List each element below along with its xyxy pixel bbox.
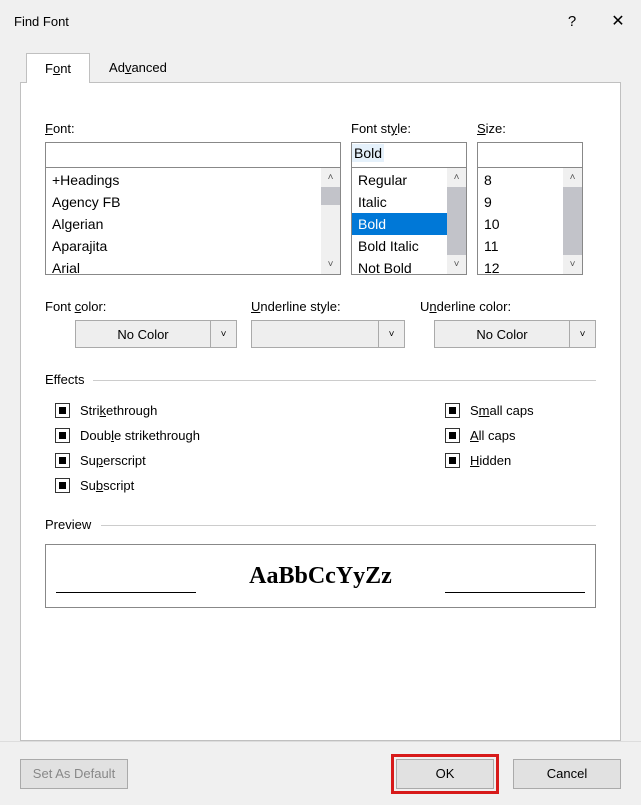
scroll-up-icon[interactable]: ˄ <box>563 168 582 187</box>
checkbox-indeterminate-icon <box>445 453 460 468</box>
font-listbox[interactable]: +Headings Agency FB Algerian Aparajita A… <box>45 167 341 275</box>
list-item[interactable]: Aparajita <box>46 235 340 257</box>
all-caps-checkbox[interactable]: All caps <box>435 428 534 443</box>
ok-highlight: OK <box>391 754 499 794</box>
underline-style-combo[interactable]: ˅ <box>251 320 405 348</box>
ok-button[interactable]: OK <box>396 759 494 789</box>
underline-color-combo[interactable]: No Color ˅ <box>434 320 596 348</box>
checkbox-indeterminate-icon <box>55 403 70 418</box>
preview-group-label: Preview <box>45 517 596 532</box>
titlebar: Find Font ? ✕ <box>0 0 641 42</box>
font-color-combo[interactable]: No Color ˅ <box>75 320 237 348</box>
underline-color-label: Underline color: <box>420 299 596 314</box>
close-button[interactable]: ✕ <box>595 0 641 42</box>
style-label: Font style: <box>351 121 467 136</box>
chevron-down-icon: ˅ <box>379 320 405 348</box>
scroll-down-icon[interactable]: ˅ <box>563 255 582 274</box>
tab-panel-font: Font: +Headings Agency FB Algerian Apara… <box>20 82 621 741</box>
font-input[interactable] <box>45 142 341 168</box>
close-icon: ✕ <box>611 11 624 31</box>
size-listbox[interactable]: 8 9 10 11 12 ˄ ˅ <box>477 167 583 275</box>
small-caps-checkbox[interactable]: Small caps <box>435 403 534 418</box>
checkbox-indeterminate-icon <box>55 478 70 493</box>
set-default-button[interactable]: Set As Default <box>20 759 128 789</box>
underline-style-label: Underline style: <box>251 299 406 314</box>
list-item[interactable]: +Headings <box>46 169 340 191</box>
list-item[interactable]: Arial <box>46 257 340 275</box>
checkbox-indeterminate-icon <box>55 453 70 468</box>
list-item[interactable]: Agency FB <box>46 191 340 213</box>
subscript-checkbox[interactable]: Subscript <box>45 478 435 493</box>
checkbox-indeterminate-icon <box>55 428 70 443</box>
scroll-up-icon[interactable]: ˄ <box>321 168 340 187</box>
size-label: Size: <box>477 121 583 136</box>
style-input[interactable]: Bold <box>351 142 467 168</box>
scroll-up-icon[interactable]: ˄ <box>447 168 466 187</box>
scrollbar[interactable]: ˄ ˅ <box>447 168 466 274</box>
scroll-down-icon[interactable]: ˅ <box>447 255 466 274</box>
list-item[interactable]: Algerian <box>46 213 340 235</box>
double-strikethrough-checkbox[interactable]: Double strikethrough <box>45 428 435 443</box>
chevron-down-icon: ˅ <box>570 320 596 348</box>
font-label: Font: <box>45 121 341 136</box>
checkbox-indeterminate-icon <box>445 428 460 443</box>
tab-font[interactable]: Font <box>26 53 90 83</box>
style-listbox[interactable]: Regular Italic Bold Bold Italic Not Bold… <box>351 167 467 275</box>
cancel-button[interactable]: Cancel <box>513 759 621 789</box>
dialog-title: Find Font <box>14 14 69 29</box>
size-input[interactable] <box>477 142 583 168</box>
checkbox-indeterminate-icon <box>445 403 460 418</box>
font-color-label: Font color: <box>45 299 237 314</box>
superscript-checkbox[interactable]: Superscript <box>45 453 435 468</box>
chevron-down-icon: ˅ <box>211 320 237 348</box>
find-font-dialog: Find Font ? ✕ Font Advanced Font: +Headi… <box>0 0 641 805</box>
tab-strip: Font Advanced <box>26 52 621 82</box>
scroll-thumb[interactable] <box>447 187 466 255</box>
scroll-thumb[interactable] <box>563 187 582 255</box>
scroll-down-icon[interactable]: ˅ <box>321 255 340 274</box>
tab-advanced[interactable]: Advanced <box>90 52 186 82</box>
help-icon: ? <box>568 13 576 30</box>
effects-group: Strikethrough Double strikethrough Super… <box>45 393 596 493</box>
preview-box: AaBbCcYyZz <box>45 544 596 608</box>
strikethrough-checkbox[interactable]: Strikethrough <box>45 403 435 418</box>
hidden-checkbox[interactable]: Hidden <box>435 453 534 468</box>
preview-text: AaBbCcYyZz <box>249 563 392 590</box>
scrollbar[interactable]: ˄ ˅ <box>563 168 582 274</box>
preview-rule <box>445 592 585 593</box>
preview-rule <box>56 592 196 593</box>
help-button[interactable]: ? <box>549 0 595 42</box>
scroll-thumb[interactable] <box>321 187 340 205</box>
effects-group-label: Effects <box>45 372 596 387</box>
dialog-content: Font Advanced Font: +Headings Agency FB … <box>0 42 641 741</box>
scrollbar[interactable]: ˄ ˅ <box>321 168 340 274</box>
dialog-buttons: Set As Default OK Cancel <box>0 741 641 805</box>
